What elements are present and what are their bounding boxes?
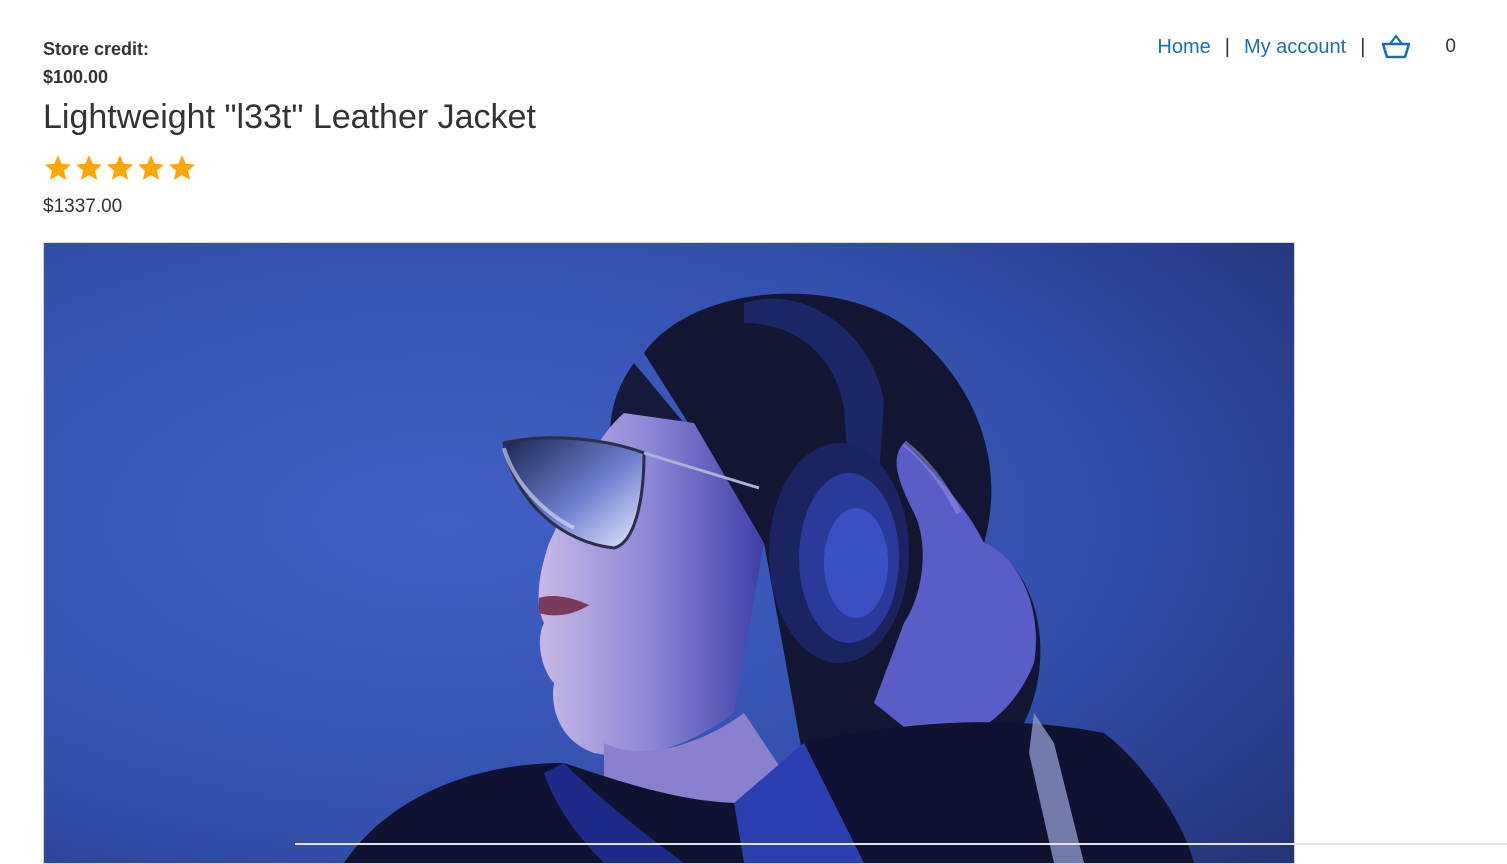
- cart-count[interactable]: 0: [1445, 36, 1456, 58]
- nav-separator: |: [1360, 35, 1366, 58]
- star-icon: [169, 155, 195, 180]
- star-icon: [138, 155, 164, 180]
- star-rating: [43, 153, 197, 183]
- product-title: Lightweight "l33t" Leather Jacket: [43, 98, 536, 136]
- store-credit-amount: $100.00: [43, 67, 109, 87]
- top-nav: Home | My account | 0: [1157, 33, 1456, 61]
- store-credit: Store credit: $100.00: [43, 35, 149, 91]
- home-link[interactable]: Home: [1157, 36, 1210, 59]
- star-icon: [45, 155, 71, 180]
- my-account-link[interactable]: My account: [1244, 36, 1346, 59]
- star-icon: [76, 155, 102, 180]
- basket-icon[interactable]: [1381, 33, 1411, 61]
- store-credit-label: Store credit:: [43, 39, 150, 59]
- star-icon: [107, 155, 133, 180]
- nav-separator: |: [1224, 35, 1230, 58]
- product-price: $1337.00: [43, 196, 123, 217]
- product-image: [43, 242, 1295, 864]
